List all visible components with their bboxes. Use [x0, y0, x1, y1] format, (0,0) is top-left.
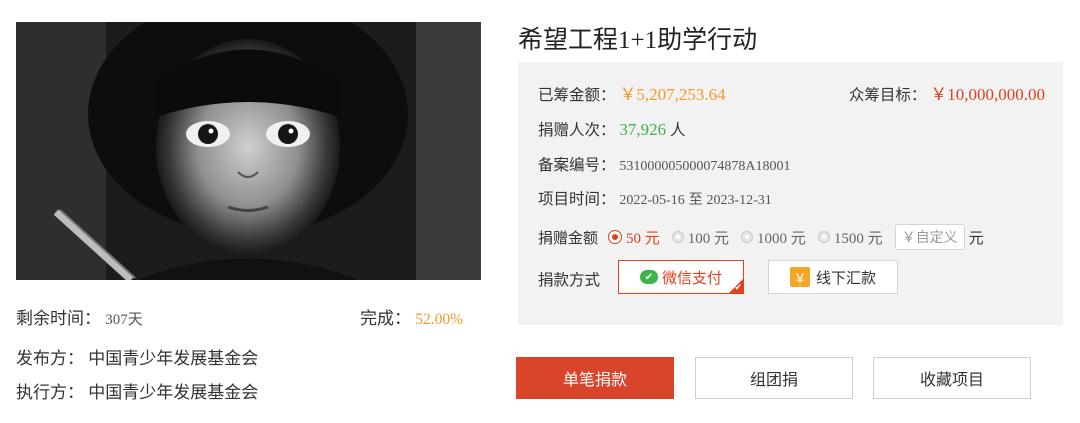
radio-icon: [817, 231, 830, 243]
girl-portrait-image: [16, 22, 481, 280]
amount-option-1000[interactable]: 1000 元: [741, 227, 806, 248]
remaining-time-label: 剩余时间：: [16, 309, 101, 328]
donors-label: 捐赠人次：: [538, 122, 616, 139]
publisher-label: 发布方：: [16, 349, 84, 368]
record-value: 531000005000074878A18001: [619, 159, 791, 174]
donors-unit: 人: [670, 122, 686, 139]
completion-value: 52.00%: [415, 311, 464, 328]
group-donate-button[interactable]: 组团捐: [695, 357, 853, 399]
custom-amount-unit: 元: [968, 230, 984, 247]
project-time: 项目时间： 2022-05-16 至 2023-12-31: [538, 187, 772, 209]
single-donate-button[interactable]: 单笔捐款: [516, 357, 674, 399]
amount-selector: 捐赠金额 50 元 100 元 1000 元 1500 元 ￥自定义 元: [538, 224, 984, 250]
amount-option-label: 100 元: [687, 230, 730, 247]
donors-value: 37,926: [619, 120, 667, 139]
offline-transfer-button[interactable]: ￥ 线下汇款: [768, 260, 898, 294]
amount-option-label: 50 元: [626, 230, 660, 247]
record-label: 备案编号：: [538, 157, 616, 174]
executor: 执行方： 中国青少年发展基金会: [16, 378, 258, 403]
wechat-pay-label: 微信支付: [661, 268, 722, 287]
remaining-time: 剩余时间： 307天: [16, 304, 143, 329]
radio-icon: [741, 231, 754, 243]
amount-option-label: 1000 元: [757, 230, 806, 247]
completion-label: 完成：: [360, 309, 411, 328]
check-icon: ✔: [734, 283, 742, 293]
radio-icon: [671, 231, 684, 243]
wechat-pay-button[interactable]: ✔ 微信支付 ✔: [618, 260, 744, 294]
executor-label: 执行方：: [16, 383, 84, 402]
time-end: 2023-12-31: [706, 193, 772, 208]
time-label: 项目时间：: [538, 191, 616, 208]
yen-icon: ￥: [789, 267, 810, 287]
publisher-value: 中国青少年发展基金会: [88, 349, 259, 368]
favorite-project-button[interactable]: 收藏项目: [873, 357, 1031, 399]
goal-amount: 众筹目标： ￥10,000,000.00: [849, 80, 1045, 105]
amount-option-100[interactable]: 100 元: [671, 227, 730, 248]
offline-transfer-label: 线下汇款: [815, 268, 876, 287]
custom-amount-input[interactable]: ￥自定义: [894, 224, 965, 250]
goal-label: 众筹目标：: [848, 87, 927, 104]
amount-option-label: 1500 元: [833, 230, 883, 247]
raised-value: ￥5,207,253.64: [619, 85, 726, 104]
project-photo: [16, 22, 481, 280]
executor-value: 中国青少年发展基金会: [88, 383, 259, 402]
amount-label: 捐赠金额: [538, 230, 599, 247]
completion: 完成： 52.00%: [360, 304, 463, 329]
project-title: 希望工程1+1助学行动: [518, 27, 758, 54]
record-number: 备案编号： 531000005000074878A18001: [538, 153, 791, 175]
amount-option-1500[interactable]: 1500 元: [817, 227, 883, 248]
remaining-time-value: 307天: [105, 312, 143, 328]
time-start: 2022-05-16: [619, 193, 685, 208]
pay-method-label: 捐款方式: [538, 272, 601, 289]
radio-selected-icon: [608, 230, 623, 244]
raised-label: 已筹金额：: [538, 87, 616, 104]
amount-option-50[interactable]: 50 元: [608, 227, 660, 248]
goal-value: ￥10,000,000.00: [930, 85, 1045, 104]
publisher: 发布方： 中国青少年发展基金会: [16, 344, 258, 369]
donor-count: 捐赠人次： 37,926 人: [538, 118, 686, 140]
donation-panel: 已筹金额： ￥5,207,253.64 众筹目标： ￥10,000,000.00…: [518, 62, 1063, 325]
wechat-icon: ✔: [639, 270, 658, 284]
raised-amount: 已筹金额： ￥5,207,253.64: [538, 80, 726, 105]
time-separator: 至: [688, 193, 703, 208]
